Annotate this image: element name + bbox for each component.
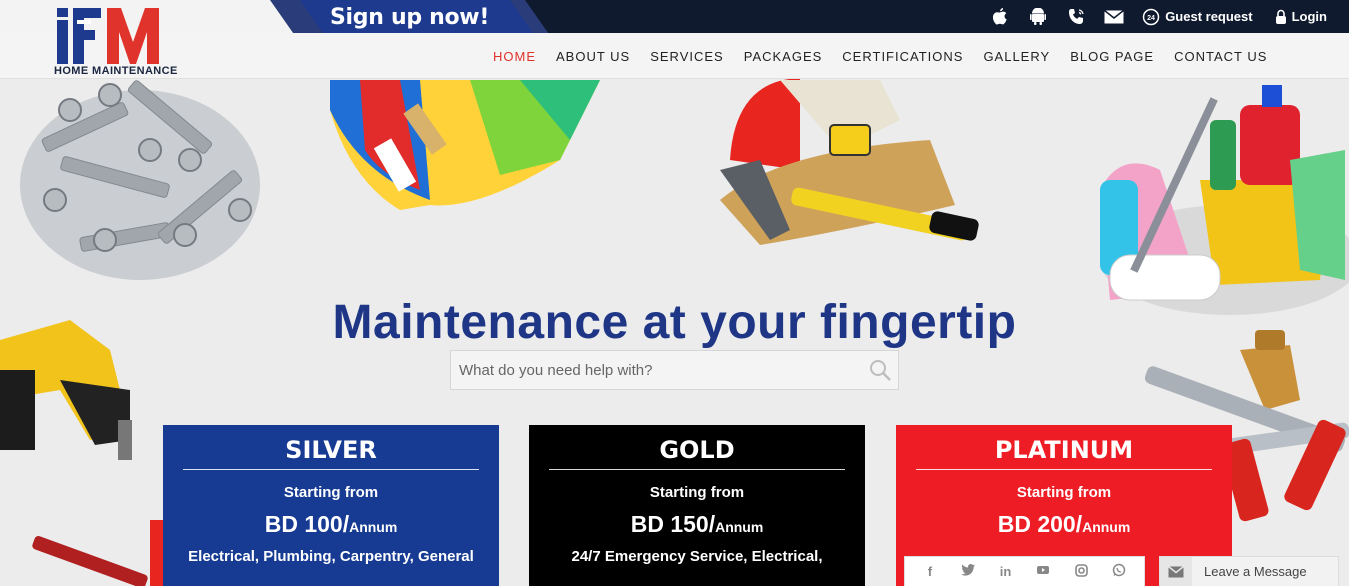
guest-request-label: Guest request xyxy=(1165,9,1253,24)
price-period: Annum xyxy=(715,519,764,535)
login-link[interactable]: Login xyxy=(1275,9,1327,25)
nav-home[interactable]: HOME xyxy=(483,49,546,64)
facebook-icon[interactable]: f xyxy=(920,564,940,579)
nav-about-us[interactable]: ABOUT US xyxy=(546,49,640,64)
main-nav: HOME ABOUT US SERVICES PACKAGES CERTIFIC… xyxy=(483,33,1277,79)
package-card-gold[interactable]: GOLD Starting from BD 150/Annum 24/7 Eme… xyxy=(529,425,865,586)
hero-title: Maintenance at your fingertip xyxy=(332,296,1017,349)
social-bar: f in xyxy=(904,556,1145,586)
search-input[interactable] xyxy=(451,351,851,389)
signup-link[interactable]: Sign up now! xyxy=(330,5,489,30)
search-box xyxy=(450,350,899,390)
top-utility-links: 24 Guest request Login xyxy=(990,0,1349,33)
package-description: Electrical, Plumbing, Carpentry, General xyxy=(188,548,474,565)
bottom-tools-image xyxy=(32,520,164,586)
mail-icon[interactable] xyxy=(1104,7,1125,27)
cleaning-supplies-image xyxy=(1100,85,1349,315)
divider xyxy=(916,469,1212,470)
leave-message-widget[interactable]: Leave a Message xyxy=(1159,556,1339,586)
logo[interactable]: HOME MAINTENANCE xyxy=(52,8,202,78)
linkedin-icon[interactable]: in xyxy=(996,564,1016,579)
package-name: SILVER xyxy=(285,436,377,464)
package-from-label: Starting from xyxy=(1016,484,1112,501)
login-label: Login xyxy=(1291,9,1327,24)
search-icon[interactable] xyxy=(868,358,892,382)
guest-request-link[interactable]: 24 Guest request xyxy=(1142,8,1253,26)
price-amount: BD 100/ xyxy=(264,511,350,537)
package-from-label: Starting from xyxy=(283,484,379,501)
youtube-icon[interactable] xyxy=(1033,563,1053,580)
price-period: Annum xyxy=(1082,519,1131,535)
logo-mark xyxy=(57,8,159,64)
package-price: BD 100/Annum xyxy=(163,511,499,538)
instagram-icon[interactable] xyxy=(1071,563,1091,580)
paint-swatch-image xyxy=(330,80,600,210)
android-icon[interactable] xyxy=(1028,7,1048,27)
twitter-icon[interactable] xyxy=(958,564,978,579)
nav-contact-us[interactable]: CONTACT US xyxy=(1164,49,1277,64)
package-description: 24/7 Emergency Service, Electrical, xyxy=(571,548,823,565)
envelope-icon xyxy=(1160,556,1192,586)
tools-image xyxy=(720,78,979,245)
package-price: BD 150/Annum xyxy=(529,511,865,538)
nav-packages[interactable]: PACKAGES xyxy=(734,49,833,64)
svg-text:24: 24 xyxy=(1147,15,1155,22)
phone-icon[interactable] xyxy=(1066,7,1086,27)
clock-24-icon: 24 xyxy=(1142,8,1160,25)
package-card-silver[interactable]: SILVER Starting from BD 100/Annum Electr… xyxy=(163,425,499,586)
price-amount: BD 200/ xyxy=(997,511,1083,537)
package-name: PLATINUM xyxy=(994,436,1134,464)
divider xyxy=(549,469,845,470)
leave-message-label: Leave a Message xyxy=(1204,564,1307,579)
bolts-image xyxy=(20,80,260,280)
package-price: BD 200/Annum xyxy=(896,511,1232,538)
nav-certifications[interactable]: CERTIFICATIONS xyxy=(832,49,973,64)
logo-caption: HOME MAINTENANCE xyxy=(54,65,178,77)
nav-gallery[interactable]: GALLERY xyxy=(973,49,1060,64)
divider xyxy=(183,469,479,470)
lock-icon xyxy=(1275,9,1286,24)
price-amount: BD 150/ xyxy=(630,511,716,537)
nav-blog-page[interactable]: BLOG PAGE xyxy=(1060,49,1164,64)
package-name: GOLD xyxy=(659,436,735,464)
price-period: Annum xyxy=(349,519,398,535)
apple-icon[interactable] xyxy=(990,7,1010,27)
nav-services[interactable]: SERVICES xyxy=(640,49,734,64)
whatsapp-icon[interactable] xyxy=(1109,563,1129,580)
package-from-label: Starting from xyxy=(649,484,745,501)
